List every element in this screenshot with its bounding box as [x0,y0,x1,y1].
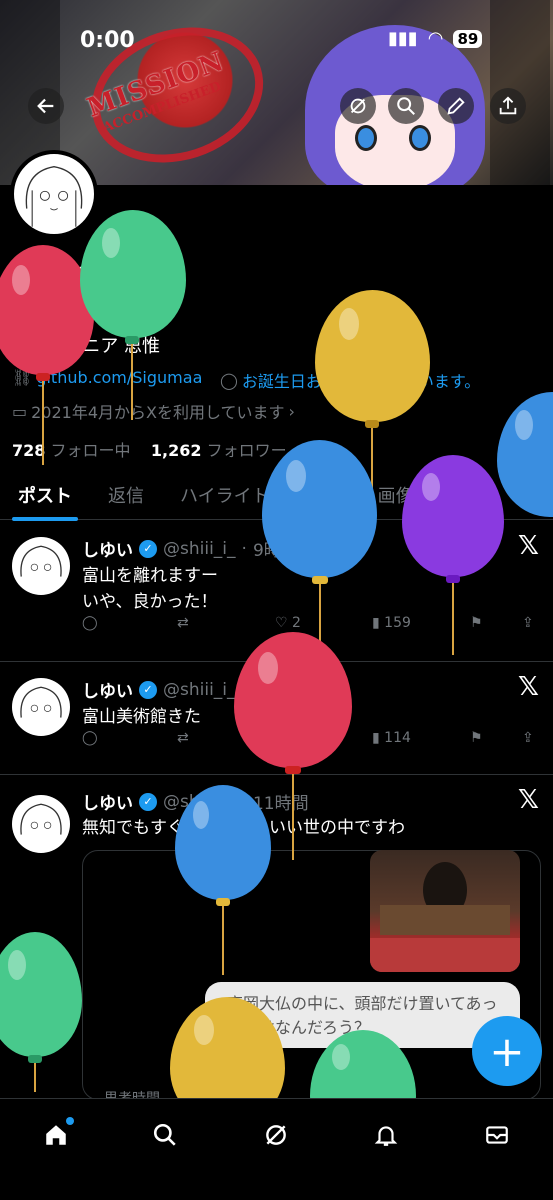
post-avatar[interactable] [12,537,70,595]
heart-icon: ♡ [275,730,288,746]
post-handle: @shiii_i_ [163,679,236,700]
tab-images[interactable]: 画像 [360,470,432,520]
status-time: 0:00 [80,28,135,53]
following-link[interactable]: 728 フォロー中 [12,441,131,460]
profile-birthday: お誕生日おめでとうございます。 [241,372,481,391]
profile-avatar[interactable] [10,150,98,238]
arrow-left-icon[interactable] [28,88,64,124]
post-item[interactable]: しゆい ✓ @shiii_i_ · 10時間 𝕏 富山美術館きた ◯ ⇄ ♡ 1… [0,662,553,775]
share-icon[interactable] [490,88,526,124]
profile-name: しゆい ✓ [12,256,116,292]
post-avatar[interactable] [12,678,70,736]
profile-name-text: しゆい [12,261,88,290]
like-button[interactable]: ♡ 2 [275,615,301,631]
post-handle: @shiii_i_ [163,791,236,812]
bookmark-icon[interactable]: ⚑ [470,730,483,746]
repost-icon[interactable]: ⇄ [177,730,189,746]
chevron-right-icon: › [288,401,295,421]
follow-stats: 728 フォロー中 1,262 フォロワー [12,437,287,461]
status-indicators: ▮▮▮ ◠ 89 [388,28,483,49]
battery-level: 89 [453,29,483,48]
tab-replies[interactable]: 返信 [90,470,162,520]
balloon-icon: ◯ [220,370,238,390]
search-icon[interactable] [145,1115,185,1155]
tab-highlights[interactable]: ハイライト [162,470,288,520]
bottom-navigation [0,1098,553,1200]
post-header: しゆい ✓ @shiii_i_ · 11時間 [82,789,309,815]
post-text: 富山美術館きた [82,707,201,727]
post-avatar[interactable] [12,795,70,853]
views-button[interactable]: ▮ 114 [372,730,411,746]
post-time: 11時間 [252,794,309,814]
link-icon: ⛓ [12,368,33,387]
tab-videos[interactable]: 動画 [288,470,360,520]
followers-link[interactable]: 1,262 フォロワー [151,441,287,460]
share-icon[interactable]: ⇪ [522,615,534,631]
profile-bio: ITエンジニア 思惟 [12,336,161,357]
x-logo-icon[interactable]: 𝕏 [518,531,539,561]
post-time: 9時間 [252,541,298,561]
post-item[interactable]: しゆい ✓ @shiii_i_ · 9時間 𝕏 富山を離れますー いや、良かった… [0,521,553,662]
x-logo-icon[interactable]: 𝕏 [518,785,539,815]
plus-icon: + [489,1026,525,1076]
profile-tabs: ポスト 返信 ハイライト 動画 画像 記事 いいね [0,470,553,521]
notification-dot [66,1117,74,1125]
pencil-icon[interactable] [438,88,474,124]
repost-icon[interactable]: ⇄ [177,615,189,631]
search-icon[interactable] [388,88,424,124]
bell-icon[interactable] [366,1115,406,1155]
profile-handle: @shiii_i_ [12,292,89,313]
post-author[interactable]: しゆい [82,677,133,702]
post-text: 無知でもすぐ賢くなれるいい世の中ですわ [82,818,405,838]
verified-badge-icon: ✓ [93,263,116,285]
post-text: 富山を離れますー いや、良かった！ [82,566,218,612]
calendar-icon: ▭ [12,401,28,421]
post-author[interactable]: しゆい [82,789,133,814]
profile-joined: 2021年4月からXを利用しています [31,403,285,422]
post-handle: @shiii_i_ [163,538,236,559]
like-button[interactable]: ♡ 1 [275,730,301,746]
post-image[interactable] [370,850,520,972]
mail-icon[interactable] [477,1115,517,1155]
signal-icon: ▮▮▮ [388,28,418,49]
tab-articles[interactable]: 記事 [432,470,504,520]
profile-link[interactable]: github.com/Sigumaa [36,368,202,387]
wifi-icon: ◠ [427,28,444,49]
reply-icon[interactable]: ◯ [82,730,98,746]
views-button[interactable]: ▮ 159 [372,615,411,631]
views-icon: ▮ [372,615,380,631]
post-author[interactable]: しゆい [82,536,133,561]
verified-badge-icon: ✓ [139,539,157,558]
heart-icon: ♡ [275,615,288,631]
post-header: しゆい ✓ @shiii_i_ · 10時間 [82,677,309,703]
profile-birthday-row: ◯ お誕生日おめでとうございます。 [220,368,480,392]
compose-button[interactable]: + [472,1016,542,1086]
post-time: 10時間 [252,682,309,702]
profile-link-row[interactable]: ⛓ github.com/Sigumaa [12,368,202,387]
bookmark-icon[interactable]: ⚑ [470,615,483,631]
balloon-green [80,210,186,420]
grok-icon[interactable] [256,1115,296,1155]
post-header: しゆい ✓ @shiii_i_ · 9時間 [82,536,298,562]
tab-posts[interactable]: ポスト [0,470,90,521]
views-icon: ▮ [372,730,380,746]
tab-likes[interactable]: いいね [504,470,553,520]
share-icon[interactable]: ⇪ [522,730,534,746]
x-logo-icon[interactable]: 𝕏 [518,672,539,702]
home-icon[interactable] [36,1115,76,1155]
profile-joined-row[interactable]: ▭ 2021年4月からXを利用しています › [12,399,295,423]
verified-badge-icon: ✓ [139,680,157,699]
reply-icon[interactable]: ◯ [82,615,98,631]
grok-icon[interactable] [340,88,376,124]
verified-badge-icon: ✓ [139,792,157,811]
quoted-question: 高岡大仏の中に、頭部だけ置いてあったのはなんだろう？ [205,982,520,1048]
